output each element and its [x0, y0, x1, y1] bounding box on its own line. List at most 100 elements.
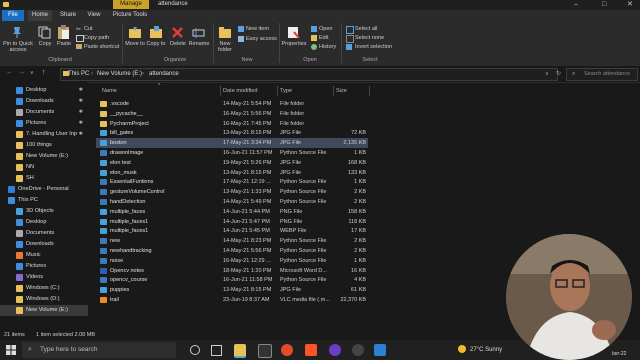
new-item-button[interactable]: New item: [246, 26, 269, 32]
column-divider[interactable]: [333, 86, 334, 96]
edit-button[interactable]: Edit: [319, 35, 328, 41]
weather-text[interactable]: 27°C Sunny: [470, 346, 502, 354]
copy-button[interactable]: [38, 26, 52, 39]
nav-item-new-volume-e[interactable]: New Volume (E:): [0, 305, 88, 316]
clock-text[interactable]: ber-22: [612, 350, 626, 358]
tab-picture-tools[interactable]: Picture Tools: [110, 10, 150, 21]
store-taskbar-icon[interactable]: [258, 344, 272, 358]
nav-item-music[interactable]: Music: [0, 250, 88, 261]
file-row[interactable]: boston 17-May-21 3:34 PM JPG File 2,135 KB: [96, 138, 368, 149]
app-taskbar-icon[interactable]: [352, 344, 364, 356]
forward-arrow-icon[interactable]: →: [18, 69, 25, 77]
rename-button[interactable]: [192, 28, 205, 38]
file-row[interactable]: bill_gates 13-May-21 8:15 PM JPG File 72 KB: [96, 128, 368, 138]
minimize-button[interactable]: –: [574, 0, 578, 9]
move-to-button[interactable]: [128, 26, 142, 39]
close-button[interactable]: ✕: [627, 0, 633, 9]
paste-shortcut-button[interactable]: Paste shortcut: [84, 44, 119, 50]
firefox-taskbar-icon[interactable]: [329, 344, 341, 356]
select-all-button[interactable]: Select all: [355, 26, 377, 32]
tab-home[interactable]: Home: [28, 10, 52, 21]
paste-button[interactable]: [57, 25, 71, 40]
file-row[interactable]: handDetection 14-May-21 5:49 PM Python Sou…: [96, 197, 368, 207]
history-button[interactable]: History: [319, 44, 336, 50]
file-explorer-taskbar-icon[interactable]: [234, 344, 246, 358]
column-divider[interactable]: [369, 86, 370, 96]
nav-item-documents[interactable]: Documents: [0, 228, 88, 239]
chrome-taskbar-icon[interactable]: [281, 344, 293, 356]
tab-file[interactable]: File: [2, 10, 24, 21]
file-row[interactable]: .vscode 14-May-21 5:54 PM File folder: [96, 99, 368, 109]
nav-item-sh[interactable]: SH: [0, 173, 88, 184]
nav-item-downloads[interactable]: Downloads ✱: [0, 96, 88, 107]
file-row[interactable]: drawonImage 16-Jun-21 11:57 PM Python Sour…: [96, 148, 368, 158]
nav-item-documents[interactable]: Documents ✱: [0, 107, 88, 118]
recent-dropdown-icon[interactable]: ∨: [30, 69, 34, 77]
task-view-icon[interactable]: [211, 345, 222, 356]
nav-item-downloads[interactable]: Downloads: [0, 239, 88, 250]
select-none-button[interactable]: Select none: [355, 35, 384, 41]
nav-item-7-handling-user-inp[interactable]: 7. Handling User Inp ✱: [0, 129, 88, 140]
column-divider[interactable]: [220, 86, 221, 96]
copy-to-button[interactable]: [149, 26, 163, 39]
nav-item-windows-c[interactable]: Windows (C:): [0, 283, 88, 294]
tab-view[interactable]: View: [84, 10, 104, 21]
tab-share[interactable]: Share: [56, 10, 80, 21]
nav-item-windows-d[interactable]: Windows (D:): [0, 294, 88, 305]
nav-item-100-things[interactable]: 100 things: [0, 140, 88, 151]
file-row[interactable]: multiple_faces 14-Jun-21 5:44 PM PNG File 1…: [96, 207, 368, 217]
file-row[interactable]: gestureVolumeControl 13-May-21 1:33 PM Pyt…: [96, 187, 368, 197]
file-row[interactable]: noise 16-May-21 12:29 ... Python Source Fi…: [96, 256, 368, 266]
nav-item-pictures[interactable]: Pictures ✱: [0, 118, 88, 129]
nav-item-onedrive-personal[interactable]: OneDrive - Personal: [0, 184, 88, 195]
up-arrow-icon[interactable]: ↑: [42, 69, 46, 77]
nav-item-new-volume-e[interactable]: New Volume (E:): [0, 151, 88, 162]
nav-item-videos[interactable]: Videos: [0, 272, 88, 283]
delete-button[interactable]: [171, 26, 184, 39]
manage-tab-label[interactable]: Manage: [113, 0, 149, 9]
brave-taskbar-icon[interactable]: [305, 344, 317, 356]
pin-button[interactable]: [10, 26, 24, 38]
vscode-taskbar-icon[interactable]: [374, 344, 386, 356]
new-folder-button[interactable]: [218, 26, 232, 39]
windows-start-icon[interactable]: [6, 345, 16, 357]
nav-item-this-pc[interactable]: This PC: [0, 195, 88, 206]
address-dropdown-icon[interactable]: ∨: [545, 70, 549, 78]
column-header-name[interactable]: Name: [102, 87, 117, 95]
file-row[interactable]: opencv_course 16-Jun-21 11:58 PM Python So…: [96, 275, 368, 285]
column-divider[interactable]: [277, 86, 278, 96]
maximize-button[interactable]: □: [602, 0, 606, 9]
file-row[interactable]: __pycache__ 16-May-21 5:56 PM File folder: [96, 109, 368, 119]
easy-access-button[interactable]: Easy access: [246, 36, 277, 42]
file-row[interactable]: puppies 13-May-21 8:15 PM JPG File 61 KB: [96, 285, 368, 295]
nav-item-pictures[interactable]: Pictures: [0, 261, 88, 272]
breadcrumb-this-pc[interactable]: This PC: [68, 70, 89, 78]
cortana-icon[interactable]: [190, 345, 200, 355]
file-row[interactable]: PycharmProject 16-May-21 7:45 PM File fold…: [96, 119, 368, 129]
breadcrumb-attendance[interactable]: attendance: [149, 70, 179, 78]
breadcrumb-new-volume[interactable]: New Volume (E:): [97, 70, 142, 78]
nav-item-desktop[interactable]: Desktop: [0, 217, 88, 228]
file-row[interactable]: multiple_faces1 14-Jun-21 5:45 PM WEBP Fil…: [96, 226, 368, 236]
cut-button[interactable]: Cut: [84, 26, 93, 32]
file-row[interactable]: multiple_faces1 14-Jun-21 5:47 PM PNG File…: [96, 217, 368, 227]
file-row[interactable]: Opencv notes 18-May-21 1:20 PM Microsoft W…: [96, 266, 368, 276]
nav-item-desktop[interactable]: Desktop ✱: [0, 85, 88, 96]
file-row[interactable]: EssentailFuntions 17-May-21 12:19 ... Pyth…: [96, 177, 368, 187]
file-row[interactable]: elon_musk 13-May-21 8:15 PM JPG File 133 KB: [96, 168, 368, 178]
nav-item-3d-objects[interactable]: 3D Objects: [0, 206, 88, 217]
properties-button[interactable]: [287, 26, 301, 39]
column-header-type[interactable]: Type: [280, 87, 292, 95]
copy-path-button[interactable]: Copy path: [84, 35, 109, 41]
file-row[interactable]: elon test 19-May-21 5:26 PM JPG File 168 KB: [96, 158, 368, 168]
invert-selection-button[interactable]: Invert selection: [355, 44, 392, 50]
file-row[interactable]: new 14-May-21 8:23 PM Python Source File 2 …: [96, 236, 368, 246]
column-header-date[interactable]: Date modified: [223, 87, 258, 95]
file-row[interactable]: trail 23-Jun-19 8:37 AM VLC media file (.m…: [96, 295, 368, 305]
open-button[interactable]: Open: [319, 26, 332, 32]
column-header-size[interactable]: Size: [336, 87, 347, 95]
refresh-icon[interactable]: ↻: [556, 70, 561, 78]
nav-item-nn[interactable]: NN: [0, 162, 88, 173]
back-arrow-icon[interactable]: ←: [6, 69, 13, 77]
file-row[interactable]: newhandtracking 14-May-21 5:56 PM Python S…: [96, 246, 368, 256]
